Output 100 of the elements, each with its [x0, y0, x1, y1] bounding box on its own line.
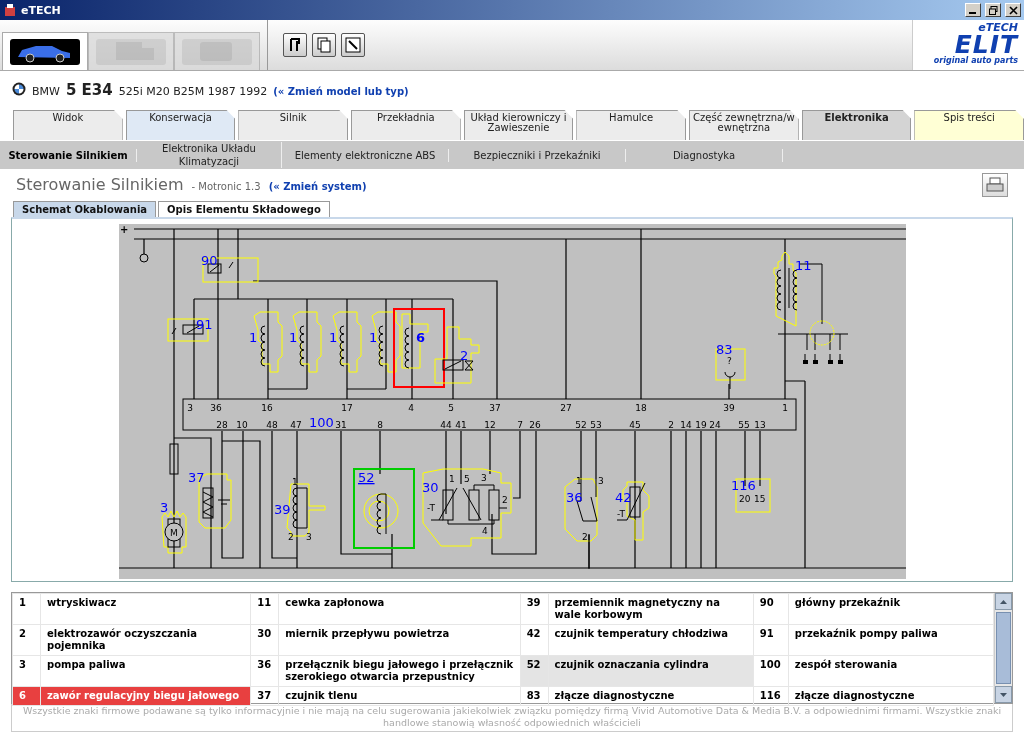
terminal-label: 2 [501, 495, 508, 505]
pin-number: 17 [340, 403, 353, 413]
minimize-button[interactable] [965, 3, 981, 17]
subcategory-tab[interactable]: Sterowanie Silnikiem [0, 148, 137, 162]
component-number[interactable]: 52 [357, 470, 375, 485]
part-number[interactable]: 90 [753, 593, 789, 625]
terminal-label: 1 [448, 474, 455, 484]
component-number[interactable]: 42 [614, 490, 632, 505]
component-number[interactable]: 3 [159, 500, 168, 515]
pin-number: 36 [209, 403, 222, 413]
component-number[interactable]: 100 [308, 415, 334, 430]
app-icon [3, 3, 17, 17]
supply-mark: + [119, 224, 128, 235]
pin-number: 27 [559, 403, 572, 413]
part-name[interactable]: zespół sterowania [788, 655, 994, 687]
part-number[interactable]: 30 [250, 624, 279, 656]
terminal-label: 1 [291, 477, 298, 487]
pin-number: 4 [407, 403, 414, 413]
pin-number: 7 [516, 420, 523, 430]
change-system-link[interactable]: (« Zmień system) [268, 181, 367, 192]
component-number[interactable]: 116 [730, 478, 756, 493]
part-name[interactable]: cewka zapłonowa [278, 593, 521, 625]
component-number[interactable]: 11 [794, 258, 812, 273]
part-number[interactable]: 2 [12, 624, 41, 656]
change-model-link[interactable]: (« Zmień model lub typ) [273, 86, 409, 97]
component-number[interactable]: 83 [715, 342, 733, 357]
part-number[interactable]: 3 [12, 655, 41, 687]
print-button[interactable] [982, 173, 1008, 197]
category-tab[interactable]: Część zewnętrzna/wewnętrzna [689, 110, 799, 140]
part-name[interactable]: czujnik tlenu [278, 686, 521, 706]
toolbar-button[interactable] [341, 33, 365, 57]
pin-number: 5 [447, 403, 454, 413]
close-button[interactable] [1005, 3, 1021, 17]
part-number[interactable]: 1 [12, 593, 41, 625]
pin-number: 13 [753, 420, 766, 430]
terminal-label: M [169, 528, 178, 538]
part-number[interactable]: 37 [250, 686, 279, 706]
component-number[interactable]: 2 [459, 348, 468, 363]
part-number[interactable]: 39 [520, 593, 549, 625]
component-number[interactable]: 37 [187, 470, 205, 485]
scroll-down-button[interactable] [995, 686, 1012, 703]
component-number[interactable]: 36 [565, 490, 583, 505]
component-number[interactable]: 1 [288, 330, 297, 345]
part-number[interactable]: 83 [520, 686, 549, 706]
printer-icon [986, 177, 1004, 193]
part-number[interactable]: 11 [250, 593, 279, 625]
pin-number: 44 [439, 420, 452, 430]
part-number[interactable]: 36 [250, 655, 279, 687]
part-number[interactable]: 91 [753, 624, 789, 656]
category-tab[interactable]: Widok [13, 110, 123, 140]
close-icon [1008, 5, 1018, 15]
subcategory-tab[interactable]: Elementy elektroniczne ABS [282, 148, 449, 162]
part-name[interactable]: przełącznik biegu jałowego i przełącznik szerokiego otwarcia przepustnicy [278, 655, 521, 687]
subcategory-tab[interactable]: Diagnostyka [626, 148, 783, 162]
view-tab[interactable]: Schemat Okablowania [13, 201, 157, 217]
part-number[interactable]: 116 [753, 686, 789, 706]
pin-number: 37 [488, 403, 501, 413]
category-tab[interactable]: Spis treści [914, 110, 1024, 140]
category-tab[interactable]: Hamulce [576, 110, 687, 140]
component-number[interactable]: 91 [195, 317, 213, 332]
terminal-label: 2 [581, 532, 588, 542]
part-number[interactable]: 42 [520, 624, 549, 656]
component-number[interactable]: 1 [248, 330, 257, 345]
part-name[interactable]: przemiennik magnetyczny na wale korbowym [548, 593, 754, 625]
part-name[interactable]: główny przekaźnik [788, 593, 994, 625]
vehicle-make: BMW [32, 85, 60, 98]
component-number[interactable]: 6 [415, 330, 425, 345]
toolbar-button[interactable] [312, 33, 336, 57]
vehicle-series: 5 E34 [65, 81, 113, 99]
category-tab[interactable]: Układ kierowniczy i Zawieszenie [463, 110, 574, 140]
component-number[interactable]: 1 [368, 330, 377, 345]
pin-number: 53 [589, 420, 602, 430]
vehicle-tab[interactable] [2, 32, 88, 70]
part-name[interactable]: przekaźnik pompy paliwa [788, 624, 994, 656]
scrollbar-thumb[interactable] [996, 612, 1011, 684]
component-number[interactable]: 1 [328, 330, 337, 345]
subcategory-tab[interactable]: Elektronika Układu Klimatyzacji [137, 142, 282, 168]
restore-button[interactable] [985, 3, 1001, 17]
pin-number: 47 [289, 420, 302, 430]
view-tab[interactable]: Opis Elementu Składowego [158, 201, 330, 217]
component-number[interactable]: 90 [200, 253, 218, 268]
part-number[interactable]: 100 [753, 655, 789, 687]
component-number[interactable]: 30 [421, 480, 439, 495]
part-name[interactable]: złącze diagnostyczne [788, 686, 994, 706]
part-name[interactable]: wtryskiwacz [40, 593, 251, 625]
terminal-label: 3 [305, 532, 312, 542]
category-tab[interactable]: Silnik [238, 110, 348, 140]
scroll-up-button[interactable] [995, 593, 1012, 610]
part-name[interactable]: miernik przepływu powietrza [278, 624, 521, 656]
category-tab[interactable]: Konserwacja [125, 110, 236, 140]
part-name[interactable]: elektrozawór oczyszczania pojemnika [40, 624, 251, 656]
subcategory-tab[interactable]: Bezpieczniki i Przekaźniki [449, 148, 626, 162]
category-tab[interactable]: Elektronika [801, 110, 912, 140]
part-name[interactable]: złącze diagnostyczne [548, 686, 754, 706]
part-name[interactable]: czujnik temperatury chłodziwa [548, 624, 754, 656]
category-tab[interactable]: Przekładnia [351, 110, 461, 140]
part-name[interactable]: czujnik oznaczania cylindra [548, 655, 754, 687]
logo-tagline: original auto parts [933, 56, 1018, 65]
toolbar-button[interactable] [283, 33, 307, 57]
part-name[interactable]: pompa paliwa [40, 655, 251, 687]
